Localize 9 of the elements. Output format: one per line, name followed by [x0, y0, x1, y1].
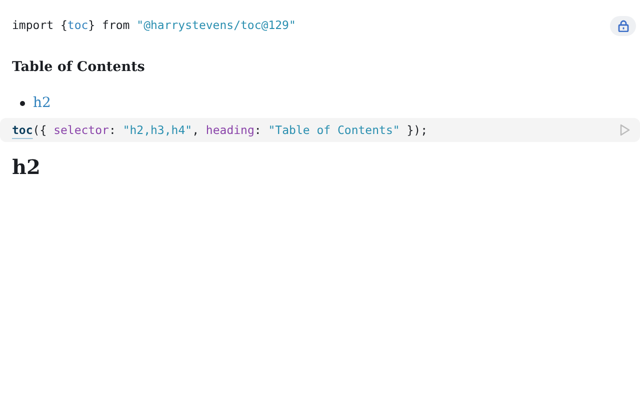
section-heading: h2	[11, 154, 42, 182]
toc-link[interactable]: h2	[33, 93, 51, 114]
bullet-icon	[20, 101, 25, 106]
play-icon	[620, 124, 630, 136]
lock-icon	[618, 20, 628, 32]
toc-heading: Table of Contents	[11, 58, 146, 77]
lock-button[interactable]	[610, 16, 636, 36]
code-line: import {toc} from "@harrystevens/toc@129"	[12, 17, 296, 34]
code-line: toc({ selector: "h2,h3,h4", heading: "Table of Contents" });	[12, 122, 428, 139]
